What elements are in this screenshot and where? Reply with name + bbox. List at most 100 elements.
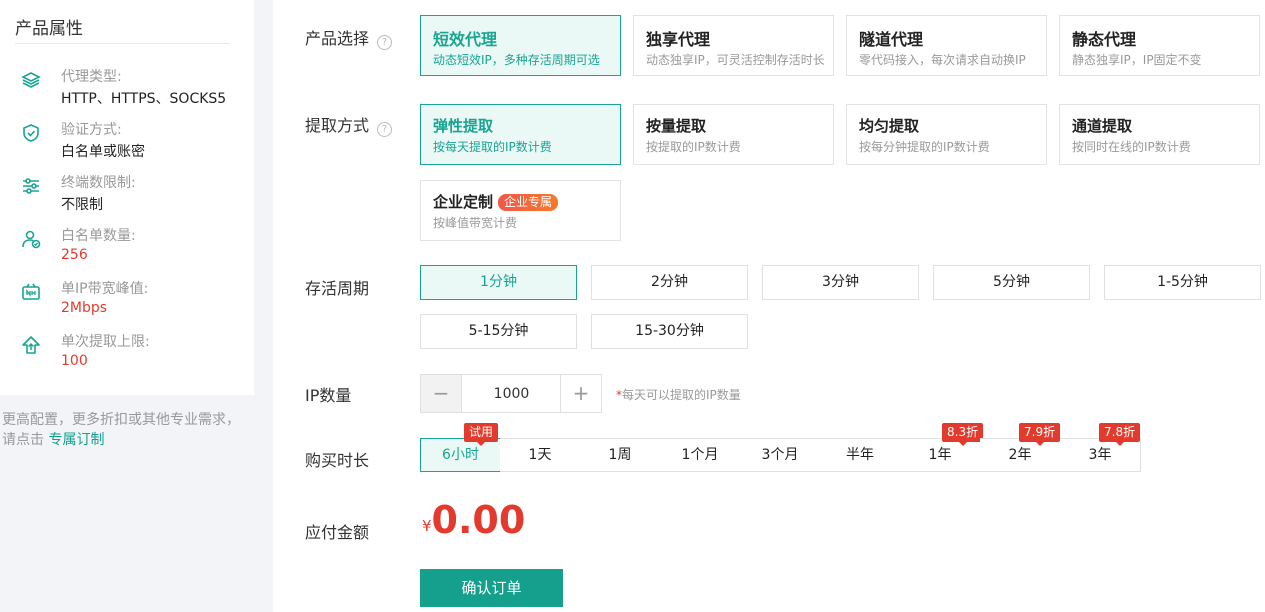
option-title: 独享代理 [646,30,711,49]
product-label: 产品选择? [305,25,393,50]
attr-label: 终端数限制: [61,175,136,191]
duration-option-label: 1年 [928,447,952,463]
sidebar: 产品属性 代理类型: HTTP、HTTPS、SOCKS5 验证方式: 白名单或账… [0,0,273,612]
duration-option-half-year[interactable]: 半年 [820,438,901,472]
option-title: 短效代理 [433,30,498,49]
help-icon[interactable]: ? [377,122,393,137]
shield-check-icon [20,122,42,144]
upload-house-icon [20,334,42,356]
help-icon[interactable]: ? [377,35,393,50]
duration-option-label: 1个月 [681,447,719,463]
option-desc: 动态短效IP，多种存活周期可选 [433,53,600,67]
extract-label: 提取方式? [305,112,393,137]
duration-option-3m[interactable]: 3个月 [740,438,821,472]
attr-value: 256 [61,247,88,263]
currency-symbol: ¥ [422,517,432,535]
duration-option-1y[interactable]: 1年 8.3折 [900,423,984,472]
option-title-text: 企业定制 [433,193,494,211]
lifetime-option[interactable]: 15-30分钟 [591,314,748,349]
option-desc: 零代码接入，每次请求自动换IP [859,53,1026,67]
duration-option-3y[interactable]: 3年 7.8折 [1060,423,1141,472]
option-title: 弹性提取 [433,117,494,135]
ip-count-label: IP数量 [305,386,352,405]
lifetime-option[interactable]: 5分钟 [933,265,1090,300]
attr-extract-limit: 单次提取上限: 100 [0,331,254,381]
lifetime-option[interactable]: 5-15分钟 [420,314,577,349]
duration-option-1d[interactable]: 1天 [500,438,581,472]
divider [15,43,230,44]
option-desc: 按同时在线的IP数计费 [1072,140,1191,154]
attr-label: 单次提取上限: [61,334,150,350]
attr-value: 2Mbps [61,300,108,316]
duration-option-label: 3个月 [761,447,799,463]
option-title: 隧道代理 [859,30,924,49]
custom-order-link[interactable]: 专属订制 [48,432,104,448]
attr-bandwidth: 单IP带宽峰值: 2Mbps [0,278,254,328]
option-desc: 动态独享IP，可灵活控制存活时长 [646,53,825,67]
note-text: 更高配置，更多折扣或其他专业需求，请点击 [2,412,240,448]
option-title: 按量提取 [646,117,707,135]
option-title: 通道提取 [1072,117,1133,135]
payment-label: 应付金额 [305,523,370,542]
duration-option-label: 1天 [528,447,552,463]
duration-option-2y[interactable]: 2年 7.9折 [980,423,1061,472]
option-title: 均匀提取 [859,117,920,135]
extract-option-enterprise[interactable]: 企业定制 企业专属 按峰值带宽计费 [420,180,621,241]
decrement-button[interactable]: − [421,375,462,412]
option-desc: 按峰值带宽计费 [433,216,518,230]
duration-option-label: 6小时 [442,447,479,463]
option-desc: 按每分钟提取的IP数计费 [859,140,990,154]
product-option-exclusive[interactable]: 独享代理 动态独享IP，可灵活控制存活时长 [633,15,834,76]
duration-option-6h[interactable]: 6小时 试用 [420,423,501,472]
lifetime-label: 存活周期 [305,279,370,298]
lifetime-option[interactable]: 2分钟 [591,265,748,300]
attr-label: 验证方式: [61,122,122,138]
duration-option-1m[interactable]: 1个月 [660,438,741,472]
duration-label: 购买时长 [305,451,370,470]
attr-proxy-type: 代理类型: HTTP、HTTPS、SOCKS5 [0,66,254,116]
duration-option-1w[interactable]: 1周 [580,438,661,472]
lifetime-option[interactable]: 3分钟 [762,265,919,300]
ip-count-stepper: − + [420,374,602,413]
product-option-tunnel[interactable]: 隧道代理 零代码接入，每次请求自动换IP [846,15,1047,76]
product-label-text: 产品选择 [305,29,370,48]
discount-badge: 7.8折 [1099,423,1141,446]
product-attributes-card: 产品属性 代理类型: HTTP、HTTPS、SOCKS5 验证方式: 白名单或账… [0,0,254,395]
product-option-static[interactable]: 静态代理 静态独享IP，IP固定不变 [1059,15,1260,76]
lifetime-option[interactable]: 1分钟 [420,265,577,300]
extract-option-uniform[interactable]: 均匀提取 按每分钟提取的IP数计费 [846,104,1047,165]
ip-count-note-text: 每天可以提取的IP数量 [622,388,741,402]
increment-button[interactable]: + [560,375,601,412]
trial-badge: 试用 [464,423,499,446]
option-desc: 静态独享IP，IP固定不变 [1072,53,1202,67]
option-title: 企业定制 企业专属 [433,191,559,212]
discount-badge: 7.9折 [1019,423,1061,446]
attr-label: 代理类型: [61,69,122,85]
extract-label-text: 提取方式 [305,116,370,135]
layers-icon [20,69,42,91]
user-check-icon [20,228,42,250]
discount-badge: 8.3折 [942,423,984,446]
option-desc: 按提取的IP数计费 [646,140,741,154]
product-option-short[interactable]: 短效代理 动态短效IP，多种存活周期可选 [420,15,621,76]
attr-auth-method: 验证方式: 白名单或账密 [0,119,254,169]
enterprise-tag: 企业专属 [498,194,559,211]
confirm-order-button[interactable]: 确认订单 [420,569,563,607]
extract-option-elastic[interactable]: 弹性提取 按每天提取的IP数计费 [420,104,621,165]
attr-whitelist-count: 白名单数量: 256 [0,225,254,275]
attributes-title: 产品属性 [15,19,83,39]
amount-value: 0.00 [431,498,526,542]
payment-amount: ¥0.00 [422,498,525,542]
option-title: 静态代理 [1072,30,1137,49]
duration-option-label: 半年 [846,447,874,463]
ip-count-note: *每天可以提取的IP数量 [616,386,741,403]
attr-value: 白名单或账密 [61,144,145,160]
sliders-icon [20,175,42,197]
attr-label: 单IP带宽峰值: [61,281,149,297]
extract-option-channel[interactable]: 通道提取 按同时在线的IP数计费 [1059,104,1260,165]
bandwidth-icon [20,281,42,303]
attr-value: 不限制 [61,197,103,213]
lifetime-option[interactable]: 1-5分钟 [1104,265,1261,300]
ip-count-input[interactable] [462,375,561,412]
extract-option-quantity[interactable]: 按量提取 按提取的IP数计费 [633,104,834,165]
